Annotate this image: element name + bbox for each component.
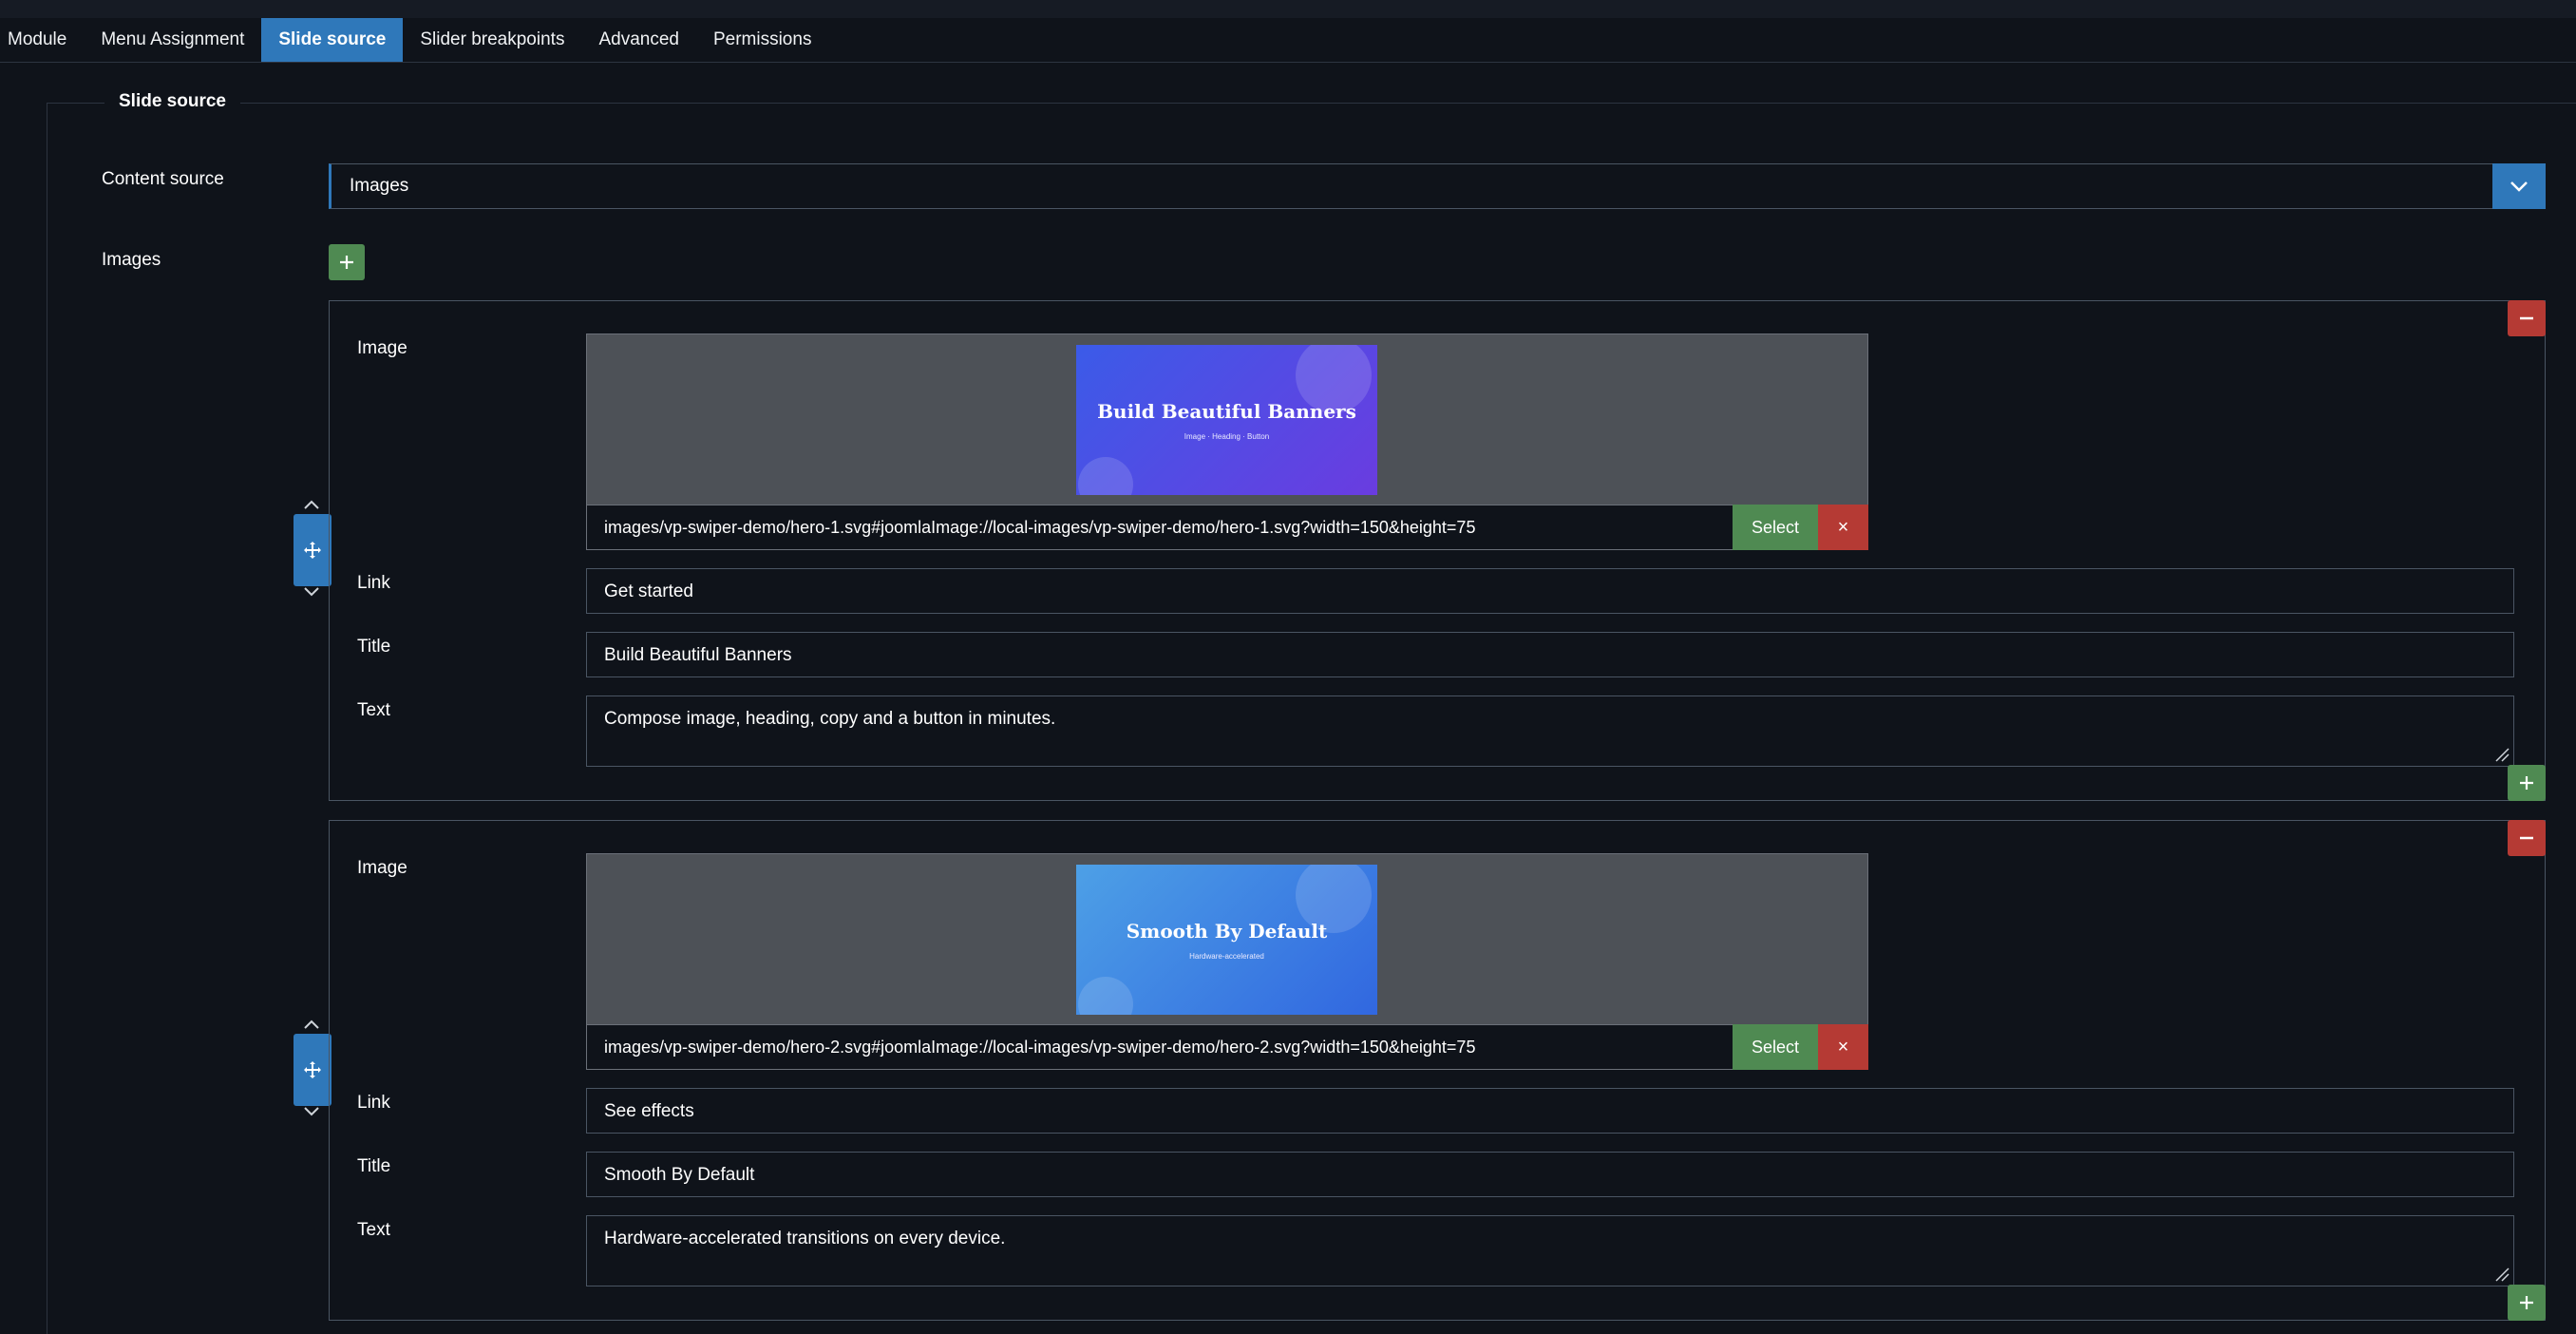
move-up-icon[interactable] [300,498,323,511]
text-value: Hardware-accelerated transitions on ever… [604,1229,1006,1248]
text-textarea[interactable]: Hardware-accelerated transitions on ever… [586,1215,2514,1286]
title-input[interactable]: Smooth By Default [586,1152,2514,1197]
drag-handle[interactable] [294,514,331,586]
image-row: Image Build Beautiful Banners Image · He… [329,300,2546,801]
select-dropdown-button[interactable] [2492,163,2546,209]
decor-circle [1078,457,1133,495]
resize-grip-icon[interactable] [2492,1265,2510,1282]
title-field-label: Title [357,637,391,657]
drag-handle[interactable] [294,1034,331,1106]
add-image-button[interactable] [329,244,365,280]
title-value: Build Beautiful Banners [604,645,792,665]
title-input[interactable]: Build Beautiful Banners [586,632,2514,677]
image-preview: Build Beautiful Banners Image · Heading … [586,334,1868,505]
decor-circle [1078,977,1133,1015]
image-path-value: images/vp-swiper-demo/hero-1.svg#joomlaI… [604,518,1476,537]
link-input[interactable]: Get started [586,568,2514,614]
text-field-label: Text [357,1220,390,1240]
images-label: Images [102,250,161,270]
title-value: Smooth By Default [604,1165,755,1185]
thumb-title: Smooth By Default [1126,919,1328,943]
tab-module[interactable]: Module [0,18,84,62]
tab-slider-breakpoints[interactable]: Slider breakpoints [403,18,581,62]
tab-slide-source[interactable]: Slide source [261,18,404,62]
remove-row-button[interactable] [2508,300,2546,336]
preview-thumbnail: Smooth By Default Hardware-accelerated [1076,865,1377,1015]
plus-icon [2520,776,2533,790]
preview-thumbnail: Build Beautiful Banners Image · Heading … [1076,345,1377,495]
move-down-icon[interactable] [300,585,323,599]
link-field-label: Link [357,573,390,593]
resize-grip-icon[interactable] [2492,745,2510,762]
thumb-subtitle: Hardware-accelerated [1189,951,1264,961]
tab-bar: Module Menu Assignment Slide source Slid… [0,18,2576,63]
image-path-field[interactable]: images/vp-swiper-demo/hero-2.svg#joomlaI… [586,1024,1868,1070]
link-value: See effects [604,1101,694,1121]
move-arrows-icon [304,1061,321,1078]
text-textarea[interactable]: Compose image, heading, copy and a butto… [586,696,2514,767]
plus-icon [340,256,353,269]
tab-advanced[interactable]: Advanced [581,18,696,62]
thumb-subtitle: Image · Heading · Button [1184,431,1270,441]
tab-permissions[interactable]: Permissions [696,18,828,62]
add-row-after-button[interactable] [2508,1285,2546,1321]
top-strip [0,0,2576,18]
content-source-select[interactable]: Images [329,163,2546,209]
select-image-button[interactable]: Select [1733,505,1818,550]
link-input[interactable]: See effects [586,1088,2514,1134]
image-path-field[interactable]: images/vp-swiper-demo/hero-1.svg#joomlaI… [586,505,1868,550]
fieldset-legend: Slide source [104,91,240,112]
content-source-value: Images [350,176,409,196]
text-value: Compose image, heading, copy and a butto… [604,709,1056,729]
select-image-button[interactable]: Select [1733,1024,1818,1070]
text-field-label: Text [357,700,390,720]
thumb-title: Build Beautiful Banners [1097,399,1356,423]
clear-image-button[interactable]: × [1818,505,1868,550]
image-row: Image Smooth By Default Hardware-acceler… [329,820,2546,1321]
minus-icon [2520,836,2533,840]
tab-menu-assignment[interactable]: Menu Assignment [84,18,261,62]
image-path-value: images/vp-swiper-demo/hero-2.svg#joomlaI… [604,1038,1476,1057]
image-preview: Smooth By Default Hardware-accelerated [586,853,1868,1024]
clear-image-button[interactable]: × [1818,1024,1868,1070]
plus-icon [2520,1296,2533,1309]
move-up-icon[interactable] [300,1018,323,1031]
move-arrows-icon [304,542,321,559]
link-field-label: Link [357,1093,390,1113]
image-field-label: Image [357,858,407,878]
content-source-label: Content source [102,169,224,189]
remove-row-button[interactable] [2508,820,2546,856]
move-down-icon[interactable] [300,1105,323,1118]
link-value: Get started [604,581,693,601]
chevron-down-icon [2510,181,2528,192]
image-field-label: Image [357,338,407,358]
minus-icon [2520,316,2533,320]
add-row-after-button[interactable] [2508,765,2546,801]
title-field-label: Title [357,1156,391,1176]
